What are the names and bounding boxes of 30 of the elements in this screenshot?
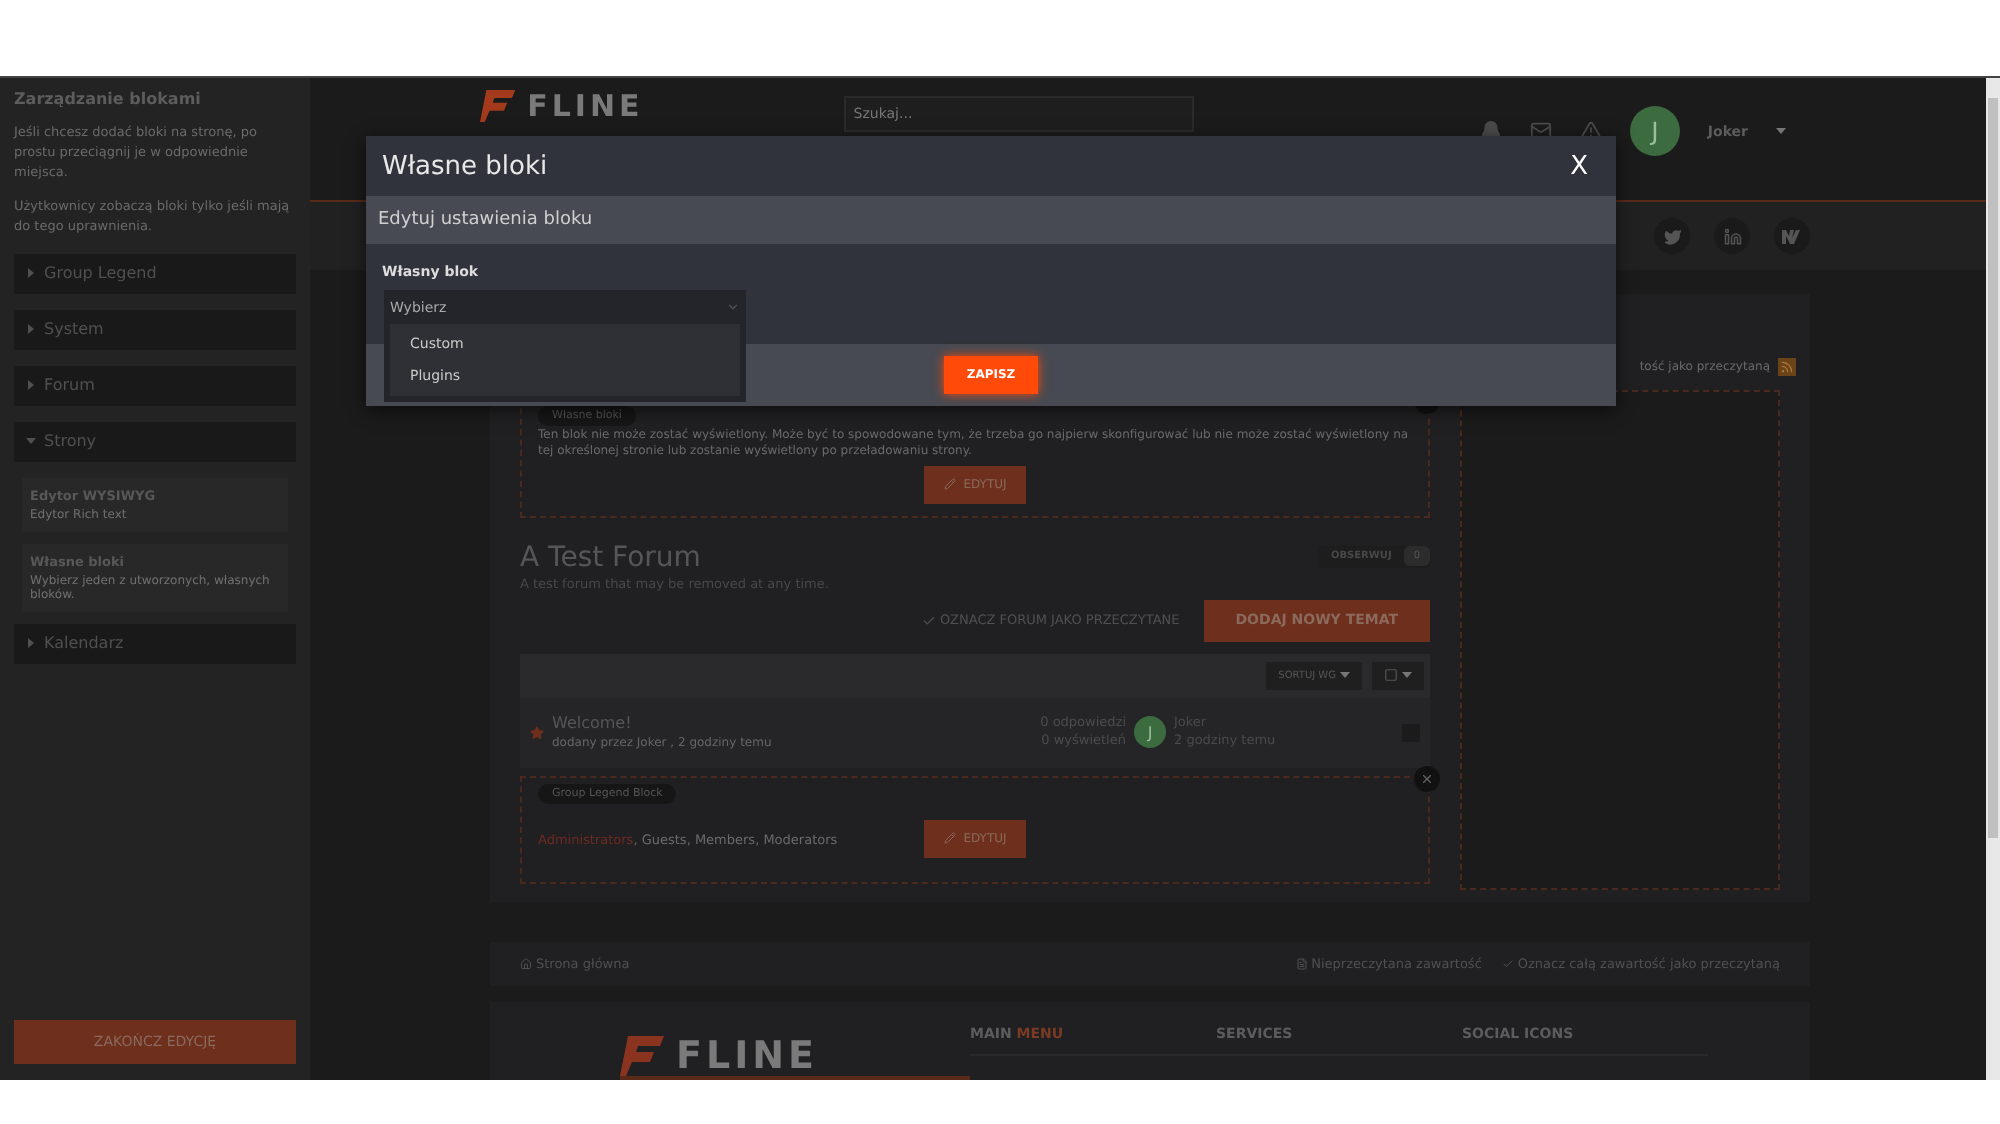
sidebar-title: Zarządzanie blokami <box>14 90 203 108</box>
modal-title: Własne bloki <box>382 151 548 181</box>
logo-icon <box>620 1036 664 1076</box>
footer-logo-text: FLINE <box>676 1037 819 1075</box>
bell-icon[interactable] <box>1479 120 1502 142</box>
twitter-icon[interactable] <box>1654 218 1690 254</box>
caret-down-icon <box>1340 672 1350 679</box>
logo-icon <box>480 90 516 122</box>
user-avatar: J <box>1134 716 1166 749</box>
close-button[interactable]: X <box>1558 149 1600 183</box>
linkedin-icon[interactable] <box>1714 218 1750 254</box>
caret-down-icon <box>1776 128 1786 134</box>
home-icon <box>520 958 532 970</box>
star-icon <box>530 725 544 740</box>
document-icon <box>1295 958 1308 970</box>
close-icon[interactable] <box>1414 765 1440 792</box>
caret-down-icon <box>1402 672 1412 679</box>
select-menu-button[interactable] <box>1372 661 1424 690</box>
logo-text: FLINE <box>527 91 644 121</box>
check-icon <box>1501 958 1514 970</box>
social-icon[interactable] <box>1774 218 1810 254</box>
chevron-icon <box>726 300 740 314</box>
modal-subtitle: Edytuj ustawienia bloku <box>366 196 1616 244</box>
user-avatar[interactable]: J <box>1629 106 1680 156</box>
pencil-icon <box>943 832 956 845</box>
scrollbar[interactable] <box>1986 78 2000 1080</box>
check-icon <box>921 613 936 628</box>
square-icon <box>1384 668 1398 683</box>
pencil-icon <box>943 478 956 491</box>
rss-icon[interactable] <box>1778 357 1796 375</box>
